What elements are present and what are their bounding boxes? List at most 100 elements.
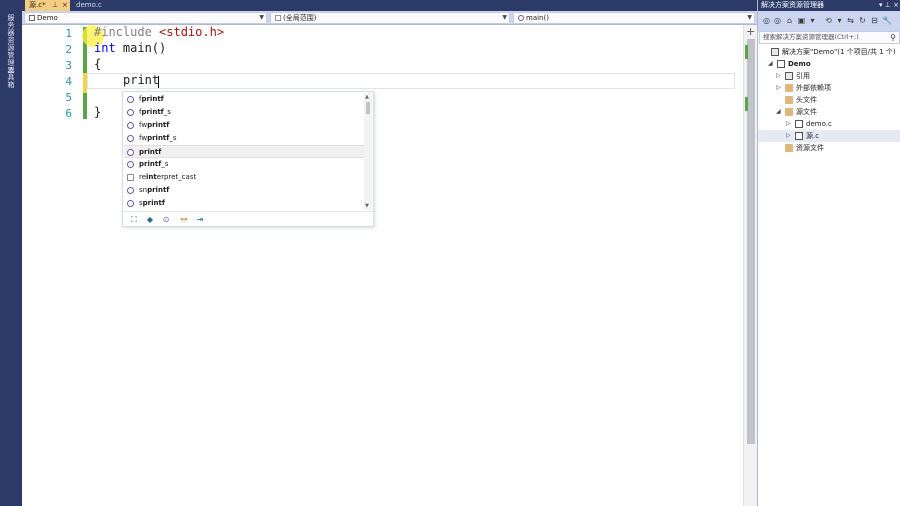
line-number: 4 [65,75,72,88]
completion-item[interactable]: snprintf [124,184,364,197]
intellisense-completion-list[interactable]: fprintf fprintf_s fwprintf fwprintf_s printf… [122,91,374,227]
completion-match: int [146,173,157,181]
function-icon [127,135,134,142]
completion-filter-bar: ⛶ ◆ ⊙ ⚯ ⇥ [123,211,373,227]
chevron-down-icon[interactable]: ▾ [808,16,817,25]
refresh-icon[interactable]: ↻ [858,16,867,25]
tree-item-label: 资源文件 [796,144,824,152]
scrollbar-thumb[interactable] [747,39,755,444]
tree-item[interactable]: ▷ 源.c [758,130,900,142]
collapsed-arrow-icon[interactable]: ▷ [786,130,791,142]
pin-icon[interactable]: ⊥ [885,1,891,9]
snippets-filter-icon[interactable]: ⛶ [129,215,139,225]
tree-item[interactable]: ▷ demo.c [758,118,900,130]
scrollbar-thumb[interactable] [366,102,370,114]
completion-match: printf [147,121,170,129]
pending-changes-icon[interactable]: ⟲ [824,16,833,25]
completion-suffix: _s [161,160,169,168]
completion-item[interactable]: printf [124,145,364,158]
scroll-change-marker [745,45,748,59]
scroll-change-marker [745,97,748,111]
search-icon[interactable]: ⚲ [890,32,896,43]
switch-views-icon[interactable]: ▣ [797,16,806,25]
completion-item[interactable]: fprintf [124,93,364,106]
member-dropdown[interactable]: main() ▼ [513,12,755,24]
completion-item[interactable]: fwprintf [124,119,364,132]
tab-demo-c[interactable]: demo.c [72,0,106,11]
completion-item[interactable]: printf_s [124,158,364,171]
collapse-all-icon[interactable]: ⊟ [870,16,879,25]
tree-item-label: Demo [788,60,811,68]
completion-suffix: erpret_cast [156,173,197,181]
completion-item[interactable]: fwprintf_s [124,132,364,145]
solution-search-box[interactable]: 搜索解决方案资源管理器(Ctrl+;) ⚲ [759,31,900,44]
editor-vertical-scrollbar[interactable]: + [743,25,757,506]
function-signature: main() [115,41,167,55]
tree-item[interactable]: 解决方案"Demo"(1 个项目/共 1 个) [758,46,900,58]
c-file-icon [795,120,803,128]
collapsed-arrow-icon[interactable]: ▷ [776,70,781,82]
panel-title: 解决方案资源管理器 [761,1,824,9]
macros-filter-icon[interactable]: ⇥ [195,215,205,225]
tab-source-c[interactable]: 源.c* ⊥ × [25,0,70,11]
completion-items: fprintf fprintf_s fwprintf fwprintf_s printf… [124,93,364,210]
line-number: 6 [65,107,72,120]
collapsed-arrow-icon[interactable]: ▷ [786,118,791,130]
server-explorer-tab[interactable]: 服务器资源管理器 [6,14,16,74]
expanded-arrow-icon[interactable]: ◢ [776,106,781,118]
variables-filter-icon[interactable]: ⚯ [179,215,189,225]
chevron-down-icon: ▼ [259,14,264,21]
functions-filter-icon[interactable]: ⊙ [161,215,171,225]
completion-scrollbar[interactable]: ▲ ▼ [364,93,372,210]
solution-explorer-panel: 解决方案资源管理器 ▾ ⊥ × ◎ ◎ ⌂ ▣ ▾ ⟲ ▾ ⇆ ↻ ⊟ 🔧 搜索… [757,0,900,506]
home-icon[interactable]: ⌂ [785,16,794,25]
close-icon[interactable]: × [62,0,68,11]
completion-match: printf [139,160,162,168]
expanded-arrow-icon[interactable]: ◢ [768,58,773,70]
tree-item[interactable]: ▷ 外部依赖项 [758,82,900,94]
completion-prefix: fw [139,121,148,129]
completion-item[interactable]: sprintf [124,197,364,210]
tab-label: demo.c [76,1,102,9]
tree-item-label: 引用 [796,72,810,80]
collapsed-arrow-icon[interactable]: ▷ [776,82,781,94]
line-number: 3 [65,59,72,72]
project-dropdown[interactable]: Demo ▼ [24,12,267,24]
tree-item-label: demo.c [806,120,832,128]
completion-match: printf [142,199,165,207]
tree-item-label: 解决方案"Demo"(1 个项目/共 1 个) [782,48,896,56]
forward-icon[interactable]: ◎ [773,16,782,25]
tree-item[interactable]: 资源文件 [758,142,900,154]
scroll-up-icon[interactable]: ▲ [365,94,369,100]
c-file-icon [29,15,35,21]
pin-icon[interactable]: ⊥ [52,0,58,11]
tree-item[interactable]: 头文件 [758,94,900,106]
close-icon[interactable]: × [893,1,899,9]
properties-icon[interactable]: 🔧 [882,16,892,25]
folder-icon [785,144,793,152]
completion-item[interactable]: reinterpret_cast [124,171,364,184]
types-filter-icon[interactable]: ◆ [145,215,155,225]
line-number: 2 [65,43,72,56]
toolbox-tab[interactable]: 工具箱 [6,66,16,89]
folder-icon [785,96,793,104]
chevron-down-icon[interactable]: ▾ [879,1,883,9]
chevron-down-icon: ▼ [502,14,507,21]
scroll-down-icon[interactable]: ▼ [365,203,369,209]
scope-icon [275,15,281,21]
back-icon[interactable]: ◎ [762,16,771,25]
tree-item[interactable]: ◢ 源文件 [758,106,900,118]
panel-window-buttons: ▾ ⊥ × [879,0,899,11]
tree-item[interactable]: ▷ 引用 [758,70,900,82]
tree-item-label: 外部依赖项 [796,84,831,92]
navigation-bar: Demo ▼ (全局范围) ▼ main() ▼ [22,11,757,25]
references-icon [785,72,793,80]
chevron-down-icon[interactable]: ▾ [835,16,844,25]
sync-icon[interactable]: ⇆ [846,16,855,25]
split-window-icon[interactable]: + [746,25,755,38]
completion-item[interactable]: fprintf_s [124,106,364,119]
saved-change-marker [83,93,87,119]
scope-dropdown[interactable]: (全局范围) ▼ [270,12,510,24]
tree-item[interactable]: ◢ Demo [758,58,900,70]
function-icon [518,15,524,21]
